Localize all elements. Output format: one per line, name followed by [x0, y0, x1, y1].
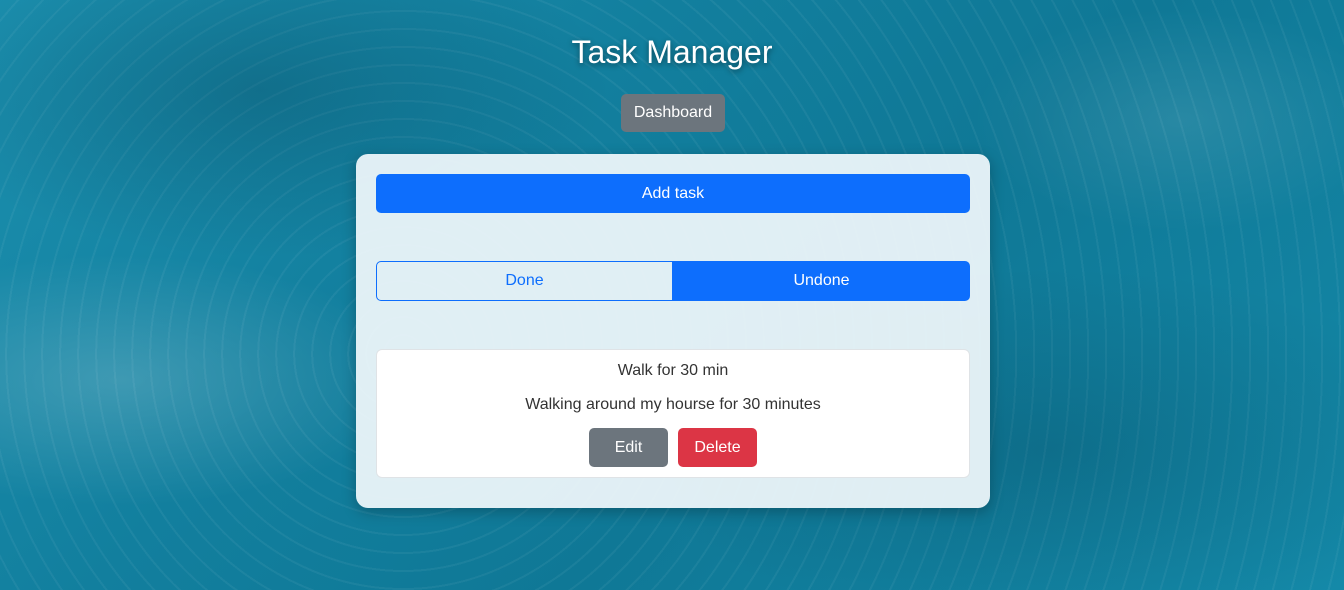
- add-task-button[interactable]: Add task: [376, 174, 970, 213]
- task-title: Walk for 30 min: [617, 362, 729, 379]
- status-filter-toggle: Done Undone: [376, 261, 970, 301]
- task-description: Walking around my hourse for 30 minutes: [525, 396, 821, 413]
- task-actions: Edit Delete: [377, 428, 969, 467]
- edit-task-button[interactable]: Edit: [589, 428, 668, 467]
- delete-task-button[interactable]: Delete: [678, 428, 757, 467]
- task-panel: Add task Done Undone Walk for 30 min Wal…: [356, 154, 990, 508]
- page-title: Task Manager: [571, 34, 773, 70]
- task-card: Walk for 30 min Walking around my hourse…: [376, 349, 970, 478]
- filter-undone-button[interactable]: Undone: [673, 261, 970, 301]
- dashboard-button[interactable]: Dashboard: [621, 94, 725, 132]
- filter-done-button[interactable]: Done: [376, 261, 673, 301]
